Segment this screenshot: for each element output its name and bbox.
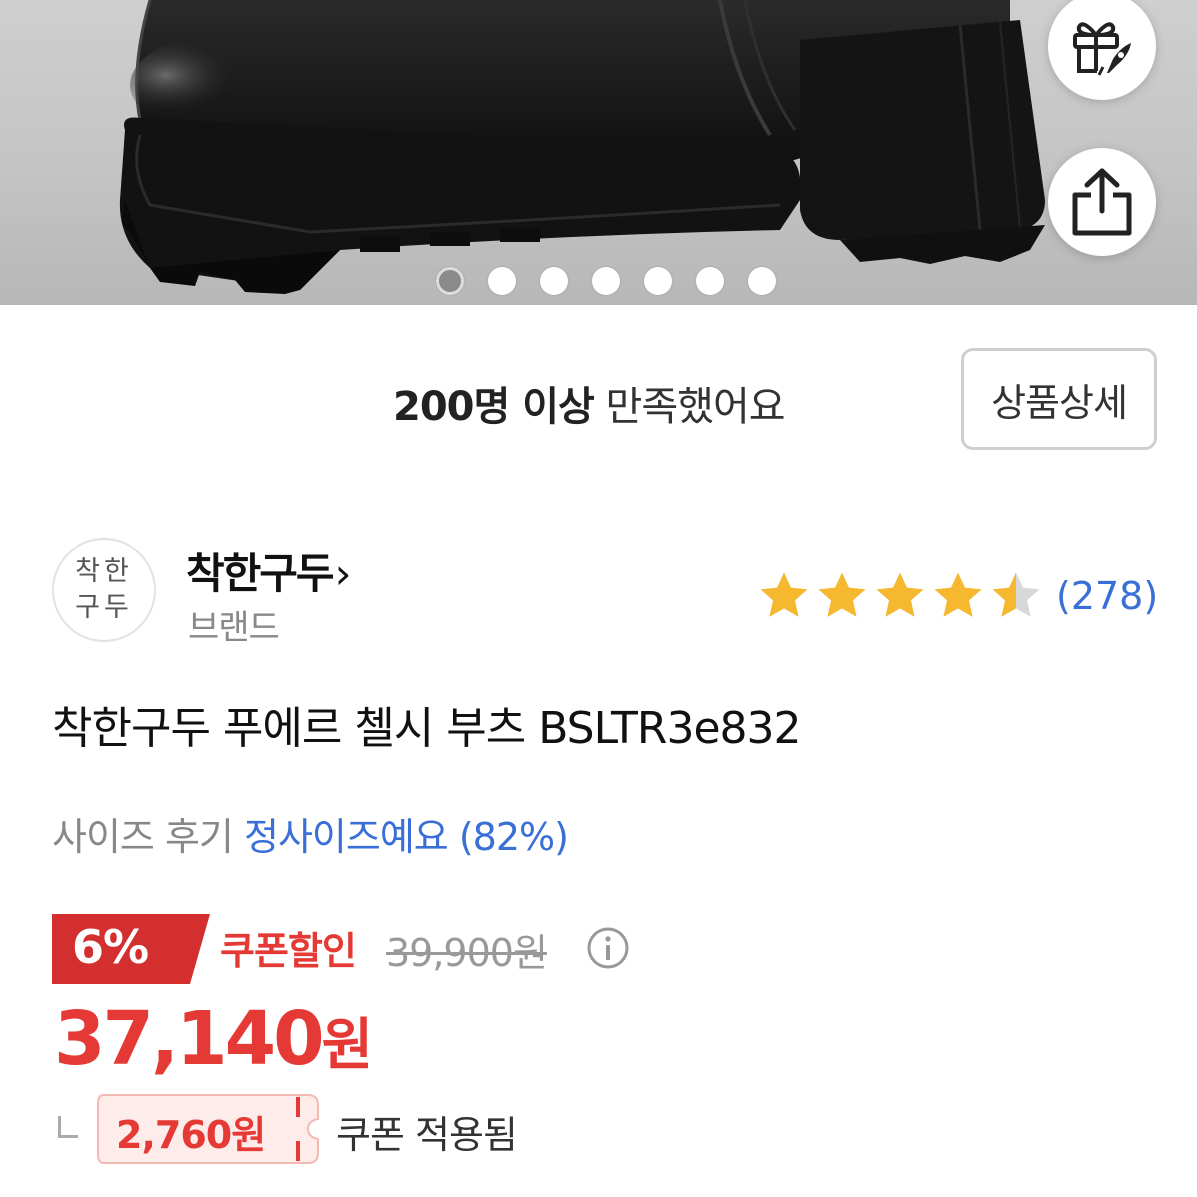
product-detail-button[interactable]: 상품상세	[961, 348, 1157, 450]
brand-logo[interactable]: 착한 구두	[52, 538, 156, 642]
product-image-carousel[interactable]	[0, 0, 1197, 305]
original-price: 39,900원	[386, 931, 548, 975]
final-price-amount: 37,140	[54, 996, 325, 1082]
share-button[interactable]	[1048, 148, 1156, 256]
carousel-dot[interactable]	[488, 267, 516, 295]
carousel-dot[interactable]	[644, 267, 672, 295]
coupon-amount: 2,760원	[116, 1113, 266, 1157]
satisfaction-count: 200명 이상	[393, 384, 595, 430]
brand-link[interactable]: 착한구두›	[186, 540, 352, 601]
size-review-value: 정사이즈예요 (82%)	[243, 815, 569, 859]
size-review[interactable]: 사이즈 후기 정사이즈예요 (82%)	[52, 806, 569, 861]
star-icon	[760, 572, 808, 617]
brand-label: 브랜드	[188, 608, 280, 648]
carousel-dot[interactable]	[436, 267, 464, 295]
brand-logo-line1: 착한	[75, 556, 133, 587]
satisfaction-summary: 200명 이상 만족했어요	[393, 374, 786, 432]
coupon-applied-text: 쿠폰 적용됨	[336, 1113, 518, 1157]
coupon-chip: 2,760원	[96, 1093, 320, 1165]
final-price: 37,140원	[54, 996, 374, 1082]
carousel-dot[interactable]	[748, 267, 776, 295]
star-icon	[992, 572, 1040, 617]
brand-logo-line2: 구두	[75, 592, 133, 623]
discount-percent: 6%	[72, 920, 149, 974]
coupon-discount-label: 쿠폰할인	[220, 929, 357, 973]
review-count[interactable]: (278)	[1056, 574, 1158, 618]
product-title: 착한구두 푸에르 첼시 부츠 BSLTR3e832	[52, 703, 802, 754]
carousel-dot[interactable]	[696, 267, 724, 295]
rating-summary[interactable]: (278)	[758, 570, 1158, 622]
branch-connector	[58, 1116, 78, 1138]
carousel-dot[interactable]	[540, 267, 568, 295]
rating-stars	[758, 570, 1042, 622]
boot-photo	[119, 0, 1045, 294]
satisfaction-text: 만족했어요	[605, 384, 786, 430]
final-price-unit: 원	[321, 1013, 374, 1078]
brand-name: 착한구두	[186, 549, 335, 598]
size-review-label: 사이즈 후기	[52, 815, 234, 859]
discount-badge: 6%	[52, 914, 210, 988]
star-icon	[876, 572, 924, 617]
gift-rocket-icon	[1073, 22, 1131, 76]
share-icon	[1072, 168, 1132, 236]
info-icon[interactable]	[586, 926, 630, 970]
carousel-indicator	[436, 267, 776, 295]
chevron-right-icon: ›	[334, 549, 352, 598]
star-icon	[934, 572, 982, 617]
carousel-dot[interactable]	[592, 267, 620, 295]
star-icon	[818, 572, 866, 617]
